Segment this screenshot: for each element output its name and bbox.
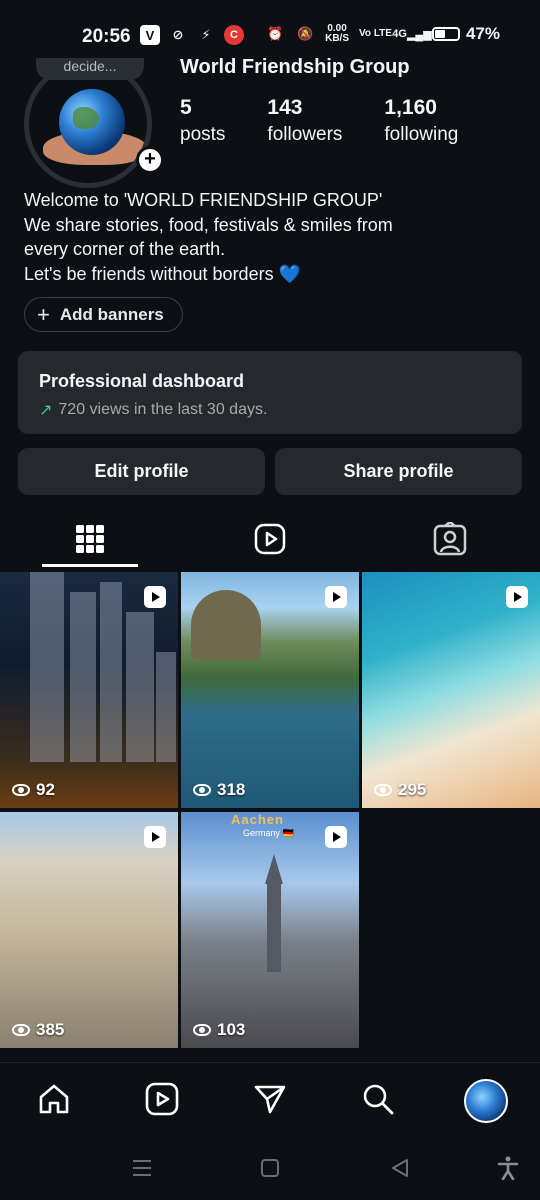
search-icon <box>363 1084 394 1115</box>
reel-icon <box>506 586 528 608</box>
post-tile[interactable]: 92 <box>0 572 178 808</box>
reel-icon <box>325 586 347 608</box>
profile-stats: 5 posts 143 followers 1,160 following <box>180 96 500 146</box>
eye-icon <box>12 784 30 796</box>
post-tile[interactable]: Aachen Germany 🇩🇪 103 <box>181 812 359 1048</box>
plus-icon: + <box>37 301 50 327</box>
eye-icon <box>193 784 211 796</box>
post-overlay-title: Aachen <box>231 812 284 827</box>
post-tile[interactable]: 295 <box>362 572 540 808</box>
post-views: 92 <box>12 780 55 800</box>
app-badge-icon: C <box>224 25 244 45</box>
reel-icon <box>144 586 166 608</box>
eye-icon <box>374 784 392 796</box>
globe-image <box>59 89 125 155</box>
home-button[interactable] <box>258 1156 282 1180</box>
tab-posts[interactable] <box>0 510 180 568</box>
dashboard-subtitle: ↗ 720 views in the last 30 days. <box>39 401 268 419</box>
nav-profile-avatar[interactable] <box>464 1079 508 1123</box>
post-views: 318 <box>193 780 245 800</box>
mute-icon: 🔕 <box>297 26 314 41</box>
add-banners-button[interactable]: + Add banners <box>24 297 183 332</box>
eye-icon <box>193 1024 211 1036</box>
share-profile-button[interactable]: Share profile <box>275 448 522 495</box>
battery-percent: 47% <box>465 24 500 43</box>
add-story-button[interactable]: + <box>136 146 164 174</box>
system-navigation <box>0 1140 540 1200</box>
cathedral-image <box>265 854 283 972</box>
reels-icon <box>145 1082 179 1116</box>
tagged-icon <box>433 522 467 556</box>
profile-tabs <box>0 510 540 568</box>
trend-up-icon: ↗ <box>39 402 53 419</box>
status-left-icons: V ⊘ ⚡ C <box>140 25 244 45</box>
app-notification-icon: V <box>140 25 160 45</box>
status-right-icons: ⏰ 🔕 0.00 KB/S Vo LTE 4G ▂▄▆ 47% <box>265 24 500 44</box>
net-speed: 0.00 KB/S <box>325 23 349 44</box>
reel-icon <box>325 826 347 848</box>
stat-following[interactable]: 1,160 following <box>384 96 458 146</box>
active-tab-indicator <box>42 564 138 567</box>
battery-icon <box>431 27 460 41</box>
mountain-image <box>191 590 261 660</box>
send-icon <box>254 1085 286 1114</box>
note-bubble[interactable]: decide... <box>36 58 144 80</box>
edit-profile-button[interactable]: Edit profile <box>18 448 265 495</box>
back-triangle-icon <box>392 1159 408 1177</box>
nav-home[interactable] <box>36 1081 72 1117</box>
post-tile[interactable]: 385 <box>0 812 178 1048</box>
bottom-navigation <box>0 1062 540 1134</box>
professional-dashboard-card[interactable]: Professional dashboard ↗ 720 views in th… <box>18 351 522 434</box>
accessibility-icon <box>497 1156 519 1180</box>
eye-icon <box>12 1024 30 1036</box>
grid-icon <box>76 525 104 553</box>
stat-followers[interactable]: 143 followers <box>267 96 342 146</box>
flash-icon: ⚡ <box>201 27 211 42</box>
square-icon <box>261 1159 279 1177</box>
alarm-icon: ⏰ <box>267 26 284 41</box>
post-views: 103 <box>193 1020 245 1040</box>
dashboard-title: Professional dashboard <box>39 371 245 391</box>
reel-icon <box>144 826 166 848</box>
signal-icon: 4G ▂▄▆ <box>392 28 432 41</box>
nav-reels[interactable] <box>144 1081 180 1117</box>
tab-reels[interactable] <box>180 510 360 568</box>
menu-icon <box>133 1160 151 1176</box>
post-overlay-subtitle: Germany 🇩🇪 <box>243 828 294 838</box>
profile-bio: Welcome to 'WORLD FRIENDSHIP GROUP' We s… <box>24 190 393 284</box>
profile-name: World Friendship Group <box>180 56 410 78</box>
status-time: 20:56 <box>82 26 131 47</box>
post-views: 385 <box>12 1020 64 1040</box>
tab-tagged[interactable] <box>360 510 540 568</box>
nav-search[interactable] <box>360 1081 396 1117</box>
profile-avatar-container[interactable]: decide... + <box>22 58 164 188</box>
stat-posts[interactable]: 5 posts <box>180 96 225 146</box>
accessibility-button[interactable] <box>496 1156 520 1180</box>
home-icon <box>39 1084 69 1114</box>
volte-indicator: Vo LTE <box>359 28 392 39</box>
post-views: 295 <box>374 780 426 800</box>
post-tile[interactable]: 318 <box>181 572 359 808</box>
battery-indicator: 47% <box>431 24 500 44</box>
nav-messages[interactable] <box>252 1081 288 1117</box>
back-button[interactable] <box>388 1156 412 1180</box>
vpn-icon: ⊘ <box>172 27 184 42</box>
recent-apps-button[interactable] <box>130 1156 154 1180</box>
reels-icon <box>254 523 286 555</box>
